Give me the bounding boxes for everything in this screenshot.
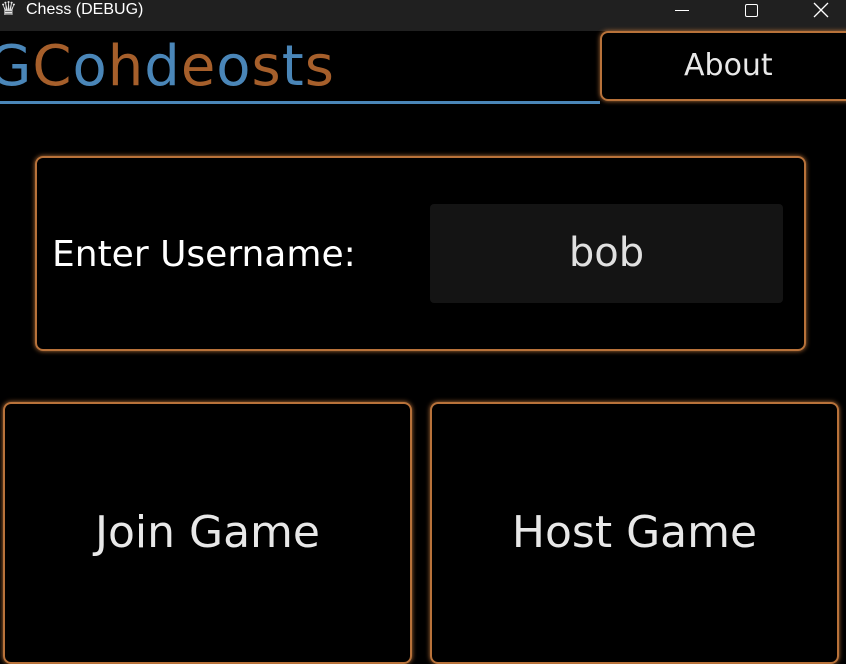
logo-letter: G xyxy=(0,34,33,99)
header-divider xyxy=(0,101,600,104)
username-panel: Enter Username: bob xyxy=(35,156,806,351)
logo-letter: s xyxy=(251,34,282,99)
logo-letter: e xyxy=(180,34,217,99)
username-label: Enter Username: xyxy=(52,234,356,275)
logo-letter: t xyxy=(281,34,305,99)
maximize-icon xyxy=(744,3,758,17)
app-logo: GCohdeosts xyxy=(0,31,600,101)
logo-letter: C xyxy=(32,34,73,99)
logo-letter: h xyxy=(107,34,145,99)
window-title: Chess (DEBUG) xyxy=(26,1,144,18)
logo-letter: s xyxy=(304,34,335,99)
close-icon xyxy=(813,2,829,18)
minimize-button[interactable] xyxy=(659,0,705,20)
username-input[interactable]: bob xyxy=(430,204,783,303)
about-button[interactable]: About xyxy=(600,31,846,101)
chess-queen-icon: ♛ xyxy=(0,0,18,20)
title-bar: ♛ Chess (DEBUG) xyxy=(0,0,846,31)
maximize-button[interactable] xyxy=(728,0,774,20)
close-button[interactable] xyxy=(798,0,844,20)
logo-letter: o xyxy=(216,34,252,99)
join-game-button[interactable]: Join Game xyxy=(3,402,412,664)
host-game-button[interactable]: Host Game xyxy=(430,402,839,664)
logo-letter: o xyxy=(72,34,108,99)
logo-wordmark: GCohdeosts xyxy=(0,37,335,97)
minimize-icon xyxy=(675,9,689,11)
logo-letter: d xyxy=(144,34,181,99)
